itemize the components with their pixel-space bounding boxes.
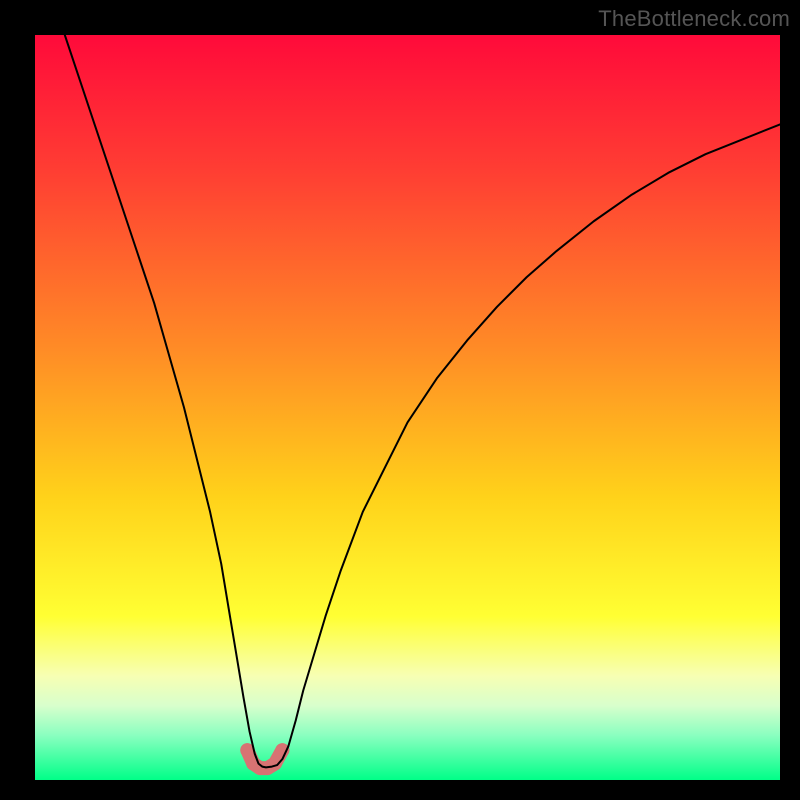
trough-markers-4 xyxy=(268,757,282,771)
watermark-text: TheBottleneck.com xyxy=(598,6,790,32)
curve-layer xyxy=(35,35,780,780)
bottleneck-curve xyxy=(65,35,780,767)
chart-frame: TheBottleneck.com xyxy=(0,0,800,800)
